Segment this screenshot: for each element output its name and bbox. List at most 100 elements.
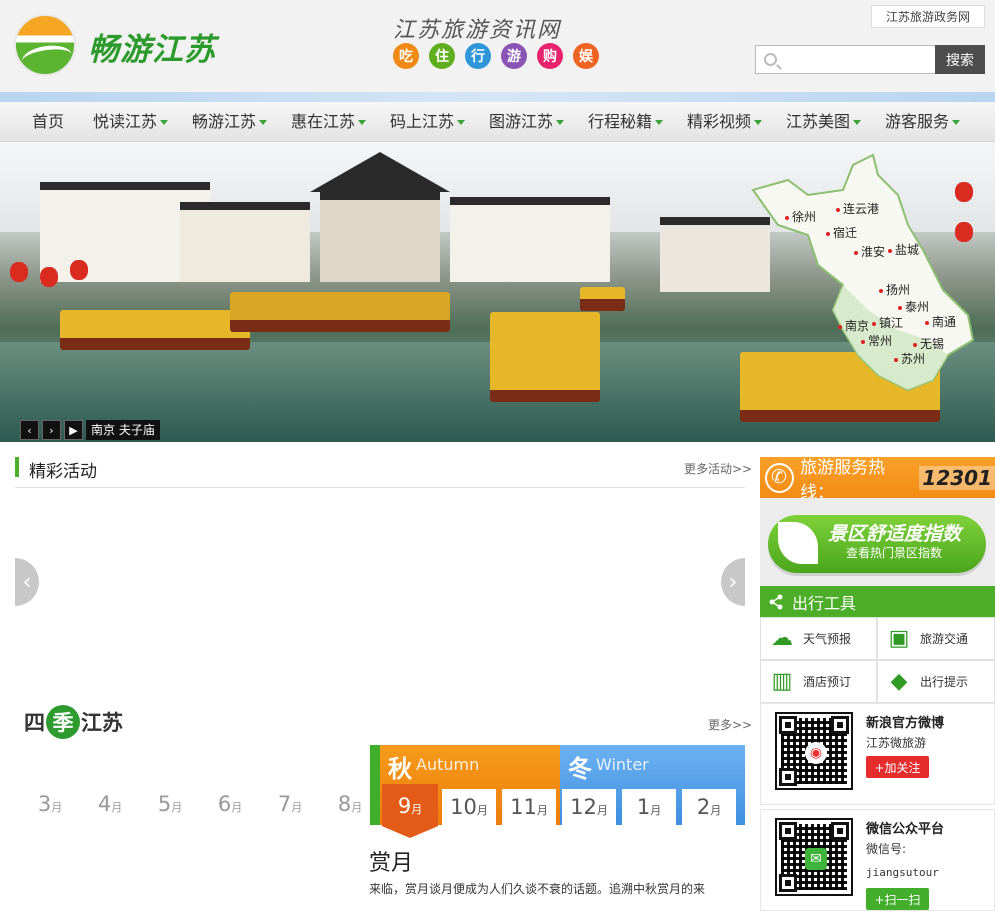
brand-name[interactable]: 畅游江苏 [88, 24, 216, 69]
nav-picture-jiangsu[interactable]: 图游江苏 [489, 102, 565, 142]
seasons-more-link[interactable]: 更多>> [708, 716, 752, 733]
weibo-follow-button[interactable]: +加关注 [866, 756, 929, 778]
section-marker [15, 457, 19, 477]
map-city-huaian[interactable]: 淮安 [854, 243, 885, 260]
month-tab-1[interactable]: 1月 [622, 789, 676, 825]
site-header: 畅游江苏 江苏旅游资讯网 吃 住 行 游 购 娱 江苏旅游政务网 搜索 [0, 0, 995, 92]
nav-itinerary[interactable]: 行程秘籍 [588, 102, 664, 142]
site-slogan: 江苏旅游资讯网 [393, 18, 562, 43]
search-input[interactable] [782, 48, 932, 71]
travel-tools-title: 出行工具 [792, 593, 857, 613]
month-tab-2[interactable]: 2月 [682, 789, 736, 825]
lantern-icon [10, 262, 28, 282]
weibo-account: 江苏微旅游 [866, 736, 927, 750]
month-tab-9-active[interactable]: 9月 [382, 784, 438, 838]
chevron-down-icon [754, 120, 763, 125]
chevron-down-icon [556, 120, 565, 125]
tool-weather[interactable]: ☁ 天气预报 [760, 617, 877, 660]
category-stay[interactable]: 住 [429, 43, 455, 69]
map-city-nantong[interactable]: 南通 [925, 313, 956, 330]
banner-next-button[interactable]: › [42, 420, 61, 440]
nav-tour-jiangsu[interactable]: 畅游江苏 [192, 102, 268, 142]
banner-building [180, 202, 310, 282]
feature-title[interactable]: 赏月 [369, 845, 413, 877]
banner-building [450, 197, 610, 282]
map-city-suqian[interactable]: 宿迁 [826, 224, 857, 241]
month-tab-4[interactable]: 4月 [83, 792, 137, 828]
chevron-right-icon: › [728, 569, 738, 595]
map-city-yangzhou[interactable]: 扬州 [879, 281, 910, 298]
banner-play-button[interactable]: ▶ [64, 420, 83, 440]
category-shop[interactable]: 购 [537, 43, 563, 69]
wechat-scan-button[interactable]: +扫一扫 [866, 888, 929, 910]
month-tab-8[interactable]: 8月 [323, 792, 377, 828]
wechat-title: 微信公众平台 [866, 822, 945, 837]
map-city-changzhou[interactable]: 常州 [861, 332, 892, 349]
banner-boat [230, 292, 450, 332]
logo-part: 江苏 [81, 711, 123, 735]
jiangsu-map[interactable]: 徐州 连云港 宿迁 淮安 盐城 扬州 泰州 南京 镇江 南通 常州 无锡 苏州 [748, 150, 978, 395]
chevron-down-icon [952, 120, 961, 125]
weibo-panel: ◉ 新浪官方微博 江苏微旅游 +加关注 [760, 703, 995, 805]
nav-code-jiangsu[interactable]: 码上江苏 [390, 102, 466, 142]
month-tab-10[interactable]: 10月 [442, 789, 496, 825]
search-box [755, 45, 935, 74]
map-city-lianyungang[interactable]: 连云港 [836, 200, 879, 217]
nav-read-jiangsu[interactable]: 悦读江苏 [93, 102, 169, 142]
banner-prev-button[interactable]: ‹ [20, 420, 39, 440]
wechat-id-label: 微信号: [866, 842, 907, 856]
nav-video[interactable]: 精彩视频 [687, 102, 763, 142]
month-tab-6[interactable]: 6月 [203, 792, 257, 828]
gov-site-link[interactable]: 江苏旅游政务网 [871, 5, 985, 28]
search-button[interactable]: 搜索 [935, 45, 985, 74]
map-city-xuzhou[interactable]: 徐州 [785, 208, 816, 225]
phone-icon [765, 462, 795, 493]
map-city-yancheng[interactable]: 盐城 [888, 241, 919, 258]
map-city-zhenjiang[interactable]: 镇江 [872, 314, 903, 331]
nav-photos[interactable]: 江苏美图 [786, 102, 862, 142]
month-tab-12[interactable]: 12月 [562, 789, 616, 825]
map-city-suzhou[interactable]: 苏州 [894, 350, 925, 367]
winter-label-en: Winter [596, 755, 649, 774]
tool-hotel[interactable]: ▥ 酒店预订 [760, 660, 877, 703]
comfort-index-sub: 查看热门景区指数 [846, 546, 943, 560]
category-circles: 吃 住 行 游 购 娱 [393, 43, 599, 69]
wechat-id: jiangsutour [866, 866, 939, 879]
site-logo[interactable] [14, 14, 76, 76]
nav-visitor-service[interactable]: 游客服务 [885, 102, 961, 142]
banner-boat [580, 287, 625, 311]
four-seasons-logo: 四 季 江苏 [24, 705, 123, 739]
nav-home[interactable]: 首页 [32, 102, 64, 142]
month-tab-7[interactable]: 7月 [263, 792, 317, 828]
category-travel[interactable]: 行 [465, 43, 491, 69]
category-tour[interactable]: 游 [501, 43, 527, 69]
activities-more-link[interactable]: 更多活动>> [684, 460, 752, 477]
tool-travel-tips[interactable]: ◆ 出行提示 [877, 660, 995, 703]
feature-description: 来临，赏月谈月便成为人们久谈不衰的话题。追溯中秋赏月的来 [369, 882, 706, 896]
chevron-down-icon [358, 120, 367, 125]
month-tab-11[interactable]: 11月 [502, 789, 556, 825]
hotline-label: 旅游服务热线： [800, 457, 886, 503]
travel-tools-header: 出行工具 [760, 586, 995, 617]
nav-deals-jiangsu[interactable]: 惠在江苏 [291, 102, 367, 142]
activities-title: 精彩活动 [29, 462, 97, 482]
activities-prev-button[interactable]: ‹ [15, 558, 39, 606]
bus-icon: ▣ [888, 626, 910, 651]
weather-icon: ☁ [771, 626, 793, 651]
summer-edge [370, 745, 380, 825]
category-fun[interactable]: 娱 [573, 43, 599, 69]
chevron-down-icon [259, 120, 268, 125]
wechat-qr-code[interactable]: ✉ [775, 818, 853, 896]
activities-next-button[interactable]: › [721, 558, 745, 606]
category-eat[interactable]: 吃 [393, 43, 419, 69]
tool-transport[interactable]: ▣ 旅游交通 [877, 617, 995, 660]
hotel-icon: ▥ [771, 669, 793, 694]
weibo-qr-code[interactable]: ◉ [775, 712, 853, 790]
logo-part: 四 [24, 711, 45, 735]
autumn-label-en: Autumn [416, 755, 480, 774]
month-tab-3[interactable]: 3月 [23, 792, 77, 828]
logo-part: 季 [46, 705, 80, 739]
chevron-left-icon: ‹ [22, 569, 32, 595]
month-tab-5[interactable]: 5月 [143, 792, 197, 828]
winter-label: 冬 [568, 755, 592, 783]
